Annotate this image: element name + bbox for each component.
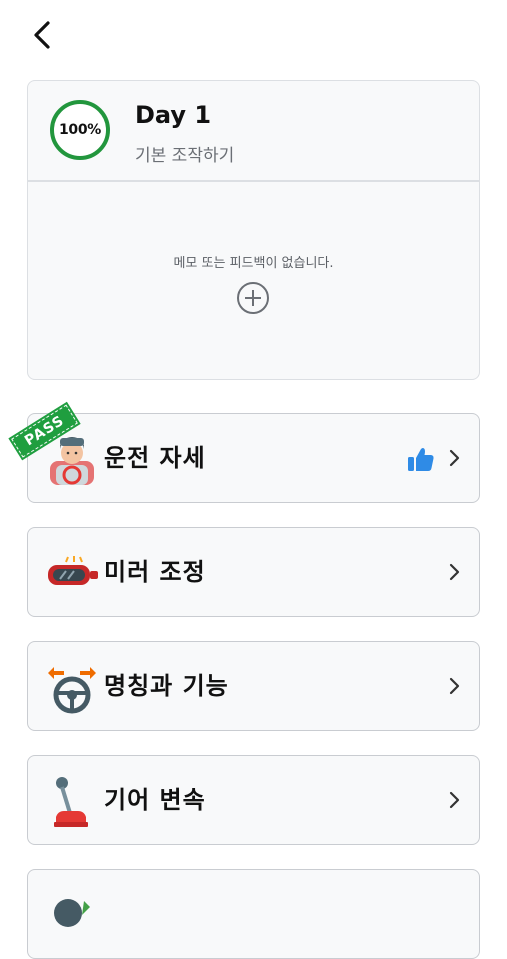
- memo-empty-text: 메모 또는 피드백이 없습니다.: [173, 256, 334, 271]
- lesson-label: 명칭과 기능: [104, 672, 229, 700]
- thumbs-up-icon: [408, 448, 434, 471]
- lesson-label: 미러 조정: [104, 558, 206, 586]
- chevron-left-icon: [34, 21, 50, 49]
- lesson-icon: [54, 899, 90, 927]
- day-title: Day 1: [135, 101, 212, 129]
- lesson-label: 기어 변속: [104, 786, 206, 814]
- lesson-label: 운전 자세: [104, 444, 206, 472]
- add-memo-button[interactable]: [236, 281, 270, 315]
- mirror-icon: [48, 556, 98, 585]
- chevron-right-icon: [449, 791, 460, 809]
- progress-label: 100%: [58, 122, 102, 138]
- day-summary-card: 100% Day 1 기본 조작하기 메모 또는 피드백이 없습니다.: [27, 80, 480, 380]
- back-button[interactable]: [26, 18, 60, 52]
- gear-shift-icon: [54, 777, 88, 827]
- steering-wheel-icon: [48, 667, 96, 714]
- chevron-right-icon: [449, 449, 460, 467]
- day-subtitle: 기본 조작하기: [135, 146, 235, 166]
- lesson-item-next[interactable]: [27, 869, 480, 959]
- lesson-item-gear-shift[interactable]: 기어 변속: [27, 755, 480, 845]
- lesson-item-mirror-adjustment[interactable]: 미러 조정: [27, 527, 480, 617]
- lesson-item-names-and-functions[interactable]: 명칭과 기능: [27, 641, 480, 731]
- progress-ring: 100%: [50, 100, 110, 160]
- driver-seat-icon: [50, 437, 94, 485]
- lesson-item-driving-posture[interactable]: PASS 운전 자세: [9, 399, 480, 503]
- plus-circle-icon: [237, 282, 269, 314]
- chevron-right-icon: [449, 677, 460, 695]
- day-header: 100% Day 1 기본 조작하기: [28, 81, 479, 182]
- chevron-right-icon: [449, 563, 460, 581]
